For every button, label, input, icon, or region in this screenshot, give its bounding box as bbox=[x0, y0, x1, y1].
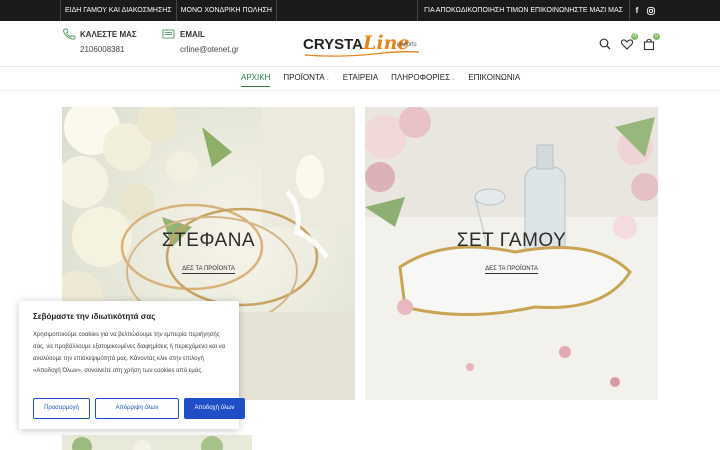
top-bar-item-wholesale[interactable]: ΜΟΝΟ ΧΟΝΔΡΙΚΗ ΠΩΛΗΣΗ bbox=[177, 0, 277, 21]
cookie-customize-button[interactable]: Προσαρμογή bbox=[33, 398, 90, 419]
set-gamou-photo bbox=[365, 107, 658, 400]
top-bar-promo: ΓΙΑ ΑΠΟΚΩΔΙΚΟΠΟΙΗΣΗ ΤΙΜΩΝ ΕΠΙΚΟΙΝΩΝΗΣΤΕ … bbox=[417, 0, 630, 21]
cart-count-badge: 0 bbox=[653, 33, 660, 40]
partial-banner-photo bbox=[62, 435, 252, 450]
banner-set-gamou[interactable]: ΣΕΤ ΓΑΜΟΥ ΔΕΣ ΤΑ ΠΡΟΪΟΝΤΑ bbox=[365, 107, 658, 400]
email-address[interactable]: crline@otenet.gr bbox=[180, 45, 239, 54]
nav-item-info[interactable]: ΠΛΗΡΟΦΟΡΙΕΣ⌄ bbox=[391, 73, 455, 87]
cookie-consent-dialog: Σεβόμαστε την ιδιωτικότητά σας Χρησιμοπο… bbox=[19, 301, 245, 429]
site-logo[interactable]: CRYSTA Line imports bbox=[303, 32, 421, 57]
nav-item-contact[interactable]: ΕΠΙΚΟΙΝΩΝΙΑ bbox=[468, 73, 520, 87]
phone-label: ΚΑΛΕΣΤΕ ΜΑΣ bbox=[80, 30, 137, 39]
banner-cta-link[interactable]: ΔΕΣ ΤΑ ΠΡΟΪΟΝΤΑ bbox=[365, 266, 658, 274]
top-bar-right: ΓΙΑ ΑΠΟΚΩΔΙΚΟΠΟΙΗΣΗ ΤΙΜΩΝ ΕΠΙΚΟΙΝΩΝΗΣΤΕ … bbox=[417, 0, 658, 21]
nav-label: ΑΡΧΙΚΗ bbox=[241, 73, 271, 82]
site-header: ΚΑΛΕΣΤΕ ΜΑΣ 2106008381 EMAIL crline@oten… bbox=[0, 21, 720, 67]
facebook-glyph: f bbox=[635, 6, 639, 15]
header-icons: 0 0 bbox=[598, 33, 660, 51]
banner-cta-label: ΔΕΣ ΤΑ ΠΡΟΪΟΝΤΑ bbox=[485, 266, 538, 274]
wishlist-heart-icon[interactable]: 0 bbox=[620, 33, 638, 51]
cookie-accept-button[interactable]: Αποδοχή όλων bbox=[184, 398, 245, 419]
instagram-icon[interactable] bbox=[644, 0, 658, 21]
phone-number[interactable]: 2106008381 bbox=[80, 45, 125, 54]
nav-item-company[interactable]: ΕΤΑΙΡΕΙΑ bbox=[343, 73, 378, 87]
top-bar: ΕΙΔΗ ΓΑΜΟΥ ΚΑΙ ΔΙΑΚΟΣΜΗΣΗΣ ΜΟΝΟ ΧΟΝΔΡΙΚΗ… bbox=[0, 0, 720, 21]
logo-swoosh bbox=[304, 51, 420, 57]
banner-cta-link[interactable]: ΔΕΣ ΤΑ ΠΡΟΪΟΝΤΑ bbox=[62, 266, 355, 274]
search-icon[interactable] bbox=[598, 37, 612, 51]
chevron-down-icon: ⌄ bbox=[451, 76, 456, 82]
phone-icon bbox=[62, 28, 76, 40]
nav-label: ΠΡΟΪΟΝΤΑ bbox=[283, 73, 325, 82]
banner-title: ΣΕΤ ΓΑΜΟΥ bbox=[456, 230, 567, 251]
nav-item-home[interactable]: ΑΡΧΙΚΗ bbox=[241, 73, 271, 87]
nav-label: ΕΠΙΚΟΙΝΩΝΙΑ bbox=[468, 73, 521, 82]
banner-partial[interactable] bbox=[62, 435, 252, 450]
nav-label: ΕΤΑΙΡΕΙΑ bbox=[342, 73, 379, 82]
chevron-down-icon: ⌄ bbox=[325, 76, 330, 82]
logo-text-imports: imports bbox=[397, 42, 417, 48]
nav-label: ΠΛΗΡΟΦΟΡΙΕΣ bbox=[391, 73, 451, 82]
main-nav: ΑΡΧΙΚΗ ΠΡΟΪΟΝΤΑ⌄ ΕΤΑΙΡΕΙΑ ΠΛΗΡΟΦΟΡΙΕΣ⌄ Ε… bbox=[0, 67, 720, 91]
top-bar-left: ΕΙΔΗ ΓΑΜΟΥ ΚΑΙ ΔΙΑΚΟΣΜΗΣΗΣ ΜΟΝΟ ΧΟΝΔΡΙΚΗ… bbox=[60, 0, 277, 21]
facebook-icon[interactable]: f bbox=[630, 0, 644, 21]
banner-cta-label: ΔΕΣ ΤΑ ΠΡΟΪΟΝΤΑ bbox=[182, 266, 235, 274]
main-nav-list: ΑΡΧΙΚΗ ΠΡΟΪΟΝΤΑ⌄ ΕΤΑΙΡΕΙΑ ΠΛΗΡΟΦΟΡΙΕΣ⌄ Ε… bbox=[241, 73, 533, 87]
cookie-title: Σεβόμαστε την ιδιωτικότητά σας bbox=[33, 312, 156, 321]
email-icon bbox=[162, 29, 175, 39]
banner-title: ΣΤΕΦΑΝΑ bbox=[161, 230, 256, 251]
wishlist-count-badge: 0 bbox=[631, 33, 638, 40]
cookie-reject-button[interactable]: Απόρριψη όλων bbox=[95, 398, 179, 419]
email-label: EMAIL bbox=[180, 30, 205, 39]
cart-bag-icon[interactable]: 0 bbox=[642, 33, 660, 51]
nav-item-products[interactable]: ΠΡΟΪΟΝΤΑ⌄ bbox=[283, 73, 329, 87]
top-bar-item-wedding[interactable]: ΕΙΔΗ ΓΑΜΟΥ ΚΑΙ ΔΙΑΚΟΣΜΗΣΗΣ bbox=[60, 0, 177, 21]
cookie-text: Χρησιμοποιούμε cookies για να βελτιώσουμ… bbox=[33, 332, 226, 374]
